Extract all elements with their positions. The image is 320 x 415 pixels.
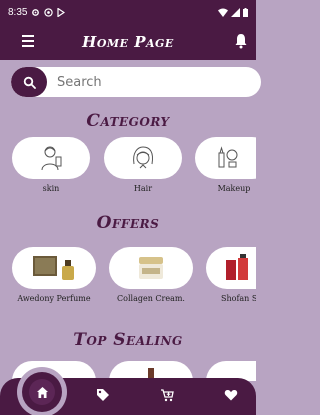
offer-label-awedony-perfume: Awedony Perfume xyxy=(17,294,91,303)
perfume-product-image xyxy=(33,256,74,280)
page-title: Home Page xyxy=(82,33,174,51)
nav-home-button[interactable] xyxy=(22,372,62,412)
skin-care-icon xyxy=(41,146,62,171)
heart-icon[interactable] xyxy=(224,388,238,402)
search-icon xyxy=(23,76,36,89)
offers-row: Awedony Perfume Collagen Cream. Shofan S xyxy=(0,247,256,313)
category-card-hair[interactable] xyxy=(104,137,182,179)
notification-at-icon xyxy=(44,7,54,17)
cream-jar-product-image xyxy=(139,257,163,279)
category-label-skin: skin xyxy=(42,184,60,193)
wifi-icon xyxy=(218,8,228,17)
category-card-makeup[interactable] xyxy=(195,137,256,179)
offer-label-collagen-cream: Collagen Cream. xyxy=(117,294,185,303)
menu-hamburger-icon[interactable] xyxy=(22,35,34,47)
shofan-product-image xyxy=(226,254,248,280)
settings-gear-icon xyxy=(32,8,40,16)
cell-signal-icon xyxy=(231,7,240,17)
search-button[interactable] xyxy=(11,67,47,97)
category-label-makeup: Makeup xyxy=(217,184,251,193)
offers-section-title: Offers xyxy=(96,213,160,233)
category-label-hair: Hair xyxy=(133,184,153,193)
app-bar: Home Page xyxy=(0,24,256,60)
cart-icon[interactable] xyxy=(160,388,174,402)
home-icon xyxy=(36,386,48,398)
category-section-title: Category xyxy=(86,111,170,131)
search-input[interactable] xyxy=(47,74,227,90)
play-store-icon xyxy=(57,7,66,17)
hair-care-icon xyxy=(133,146,153,169)
tag-icon[interactable] xyxy=(96,388,110,402)
status-bar: 8:35 xyxy=(0,0,256,24)
offer-label-shofan: Shofan S xyxy=(221,294,256,303)
search-bar[interactable] xyxy=(11,67,261,97)
category-card-skin[interactable] xyxy=(12,137,90,179)
top-sealing-section-title: Top Sealing xyxy=(73,330,183,350)
offer-card-shofan[interactable] xyxy=(206,247,256,289)
offer-card-collagen-cream[interactable] xyxy=(109,247,193,289)
status-time: 8:35 xyxy=(8,6,28,18)
makeup-icon xyxy=(218,146,238,168)
category-row: skin Hair Makeup xyxy=(0,137,256,203)
offer-card-awedony-perfume[interactable] xyxy=(12,247,96,289)
battery-icon xyxy=(243,7,248,17)
notification-bell-icon[interactable] xyxy=(234,33,248,49)
